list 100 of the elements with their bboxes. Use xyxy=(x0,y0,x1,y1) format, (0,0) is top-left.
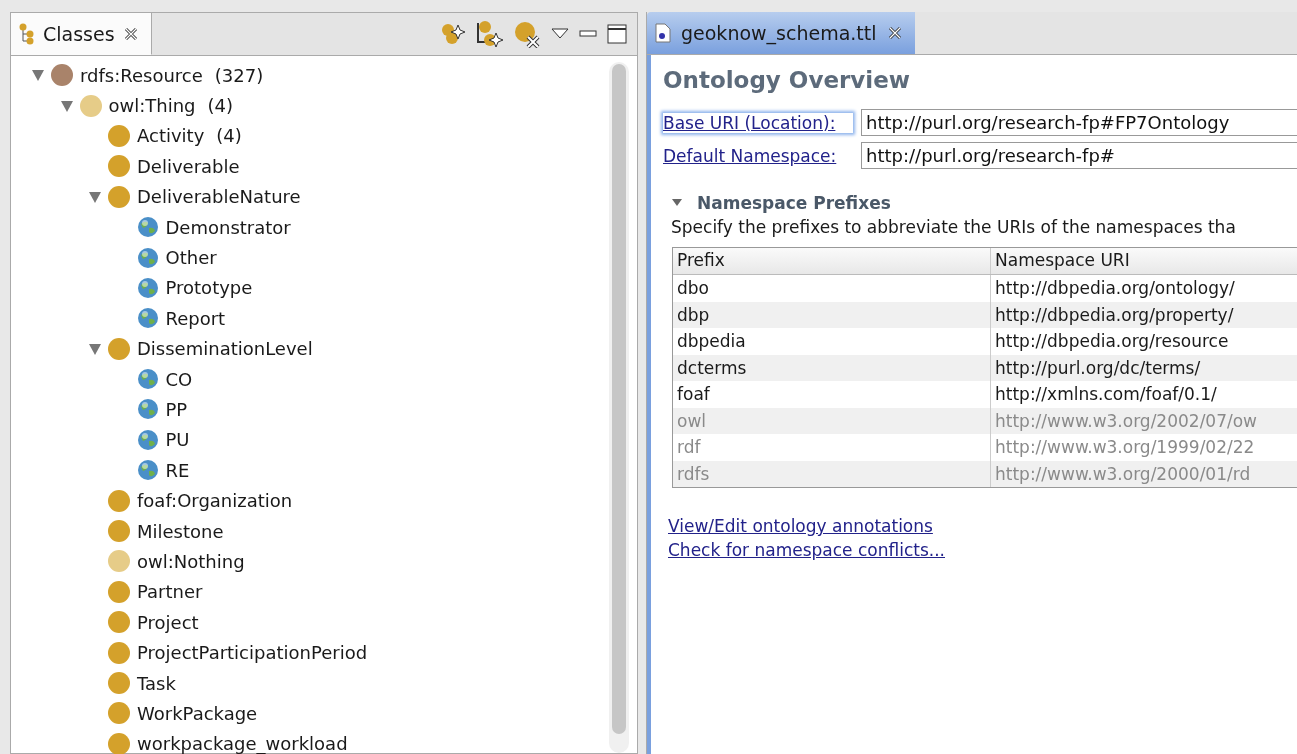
tree-item[interactable]: owl:Thing (4) xyxy=(11,90,609,121)
tree-item[interactable]: workpackage_workload xyxy=(11,728,609,754)
tree-label: RE xyxy=(165,459,190,481)
tree-label: Task xyxy=(137,672,176,694)
column-header[interactable]: Prefix xyxy=(673,248,991,274)
instance-count: (4) xyxy=(207,95,234,117)
expanded-arrow-icon[interactable] xyxy=(88,189,102,204)
expanded-arrow-icon[interactable] xyxy=(88,341,102,356)
field-label-link[interactable]: Base URI (Location): xyxy=(663,112,853,133)
class-icon xyxy=(108,702,130,725)
tree-label: PP xyxy=(165,399,188,420)
table-cell-text: http://dbpedia.org/resource xyxy=(994,331,1230,352)
add-subclass-icon[interactable] xyxy=(475,20,503,48)
table-cell: owl xyxy=(673,407,991,434)
field-label-link[interactable]: Default Namespace: xyxy=(663,145,853,166)
tree-label: Prototype xyxy=(165,277,253,299)
tree-item[interactable]: WorkPackage xyxy=(11,698,609,729)
tree-item[interactable]: Milestone xyxy=(11,515,609,547)
delete-class-icon[interactable] xyxy=(513,20,541,48)
tree-label: foaf:Organization xyxy=(137,490,293,512)
class-icon xyxy=(108,732,130,754)
expanded-arrow-icon[interactable] xyxy=(31,68,45,83)
tree-item[interactable]: Prototype xyxy=(11,272,609,304)
instance-count: (4) xyxy=(216,125,242,147)
tree-label: DeliverableNature xyxy=(137,186,301,208)
table-cell-text: http://www.w3.org/2002/07/ow xyxy=(994,410,1259,431)
section-description: Specify the prefixes to abbreviate the URIs of the namespaces tha xyxy=(671,217,1237,237)
page-title: Ontology Overview xyxy=(663,67,912,93)
expanded-arrow-icon[interactable] xyxy=(671,198,683,208)
minimize-icon[interactable] xyxy=(579,29,597,39)
globe-icon xyxy=(136,428,159,451)
editor-tab[interactable]: geoknow_schema.ttl xyxy=(647,12,915,54)
link[interactable]: View/Edit ontology annotations xyxy=(668,516,933,536)
tree-item[interactable]: PU xyxy=(11,424,609,456)
tree-item[interactable]: Report xyxy=(11,303,609,334)
table-cell: dbp xyxy=(673,301,991,328)
close-icon[interactable] xyxy=(122,25,139,42)
hierarchy-icon xyxy=(19,22,35,45)
table-cell: rdfs xyxy=(673,460,991,487)
tree-item[interactable]: Activity (4) xyxy=(11,120,609,152)
tree-label: Project xyxy=(137,611,199,633)
class-icon xyxy=(108,520,130,543)
tree-item[interactable]: DisseminationLevel xyxy=(11,333,609,364)
link[interactable]: Check for namespace conflicts... xyxy=(668,540,945,560)
tree-item[interactable]: Deliverable xyxy=(11,151,609,182)
class-icon xyxy=(108,611,130,634)
tree-item[interactable]: CO xyxy=(11,363,609,395)
tree-label: Milestone xyxy=(137,520,224,542)
table-cell-text: http://dbpedia.org/property/ xyxy=(994,304,1235,325)
tree-label: Report xyxy=(165,307,226,329)
globe-icon xyxy=(136,216,159,239)
tree-item[interactable]: Project xyxy=(11,607,609,638)
table-cell: dcterms xyxy=(673,354,991,381)
tree-label: WorkPackage xyxy=(137,702,258,724)
uri-field[interactable]: http://purl.org/research-fp#FP7Ontology xyxy=(861,109,1297,136)
class-icon xyxy=(108,580,130,603)
tree-item[interactable]: RE xyxy=(11,455,609,486)
classes-tab[interactable]: Classes xyxy=(11,13,152,55)
tree-label: owl:Thing xyxy=(108,95,196,117)
column-header[interactable]: Namespace URI xyxy=(991,248,1134,274)
tree-label: workpackage_workload xyxy=(137,733,348,754)
class-icon xyxy=(108,124,130,147)
table-cell-text: http://xmlns.com/foaf/0.1/ xyxy=(994,384,1218,405)
section-title: Namespace Prefixes xyxy=(697,193,891,213)
tree-label: CO xyxy=(165,368,193,390)
tree-item[interactable]: Other xyxy=(11,242,609,273)
tree-label: PU xyxy=(165,429,190,451)
class-icon xyxy=(108,489,130,512)
class-icon xyxy=(108,155,130,178)
tree-label: Partner xyxy=(137,581,203,603)
tree-item[interactable]: rdfs:Resource (327) xyxy=(11,60,609,91)
tree-item[interactable]: foaf:Organization xyxy=(11,485,609,516)
close-icon[interactable] xyxy=(886,25,903,41)
class-icon xyxy=(108,337,130,360)
file-icon xyxy=(655,23,671,43)
view-menu-icon[interactable] xyxy=(551,28,569,40)
table-cell-text: http://www.w3.org/2000/01/rd xyxy=(994,463,1252,484)
tree-item[interactable]: Task xyxy=(11,667,609,699)
tree-label: owl:Nothing xyxy=(137,550,245,572)
tree-item[interactable]: PP xyxy=(11,394,609,425)
tree-label: rdfs:Resource xyxy=(80,64,203,86)
tree-label: Other xyxy=(165,247,217,269)
table-cell: dbpedia xyxy=(673,328,991,355)
globe-icon xyxy=(136,246,159,269)
maximize-icon[interactable] xyxy=(607,24,627,44)
class-icon xyxy=(51,64,73,87)
expanded-arrow-icon[interactable] xyxy=(59,98,74,113)
table-cell: foaf xyxy=(673,381,991,408)
class-icon xyxy=(108,672,130,694)
tree-label: Demonstrator xyxy=(165,216,291,238)
class-icon xyxy=(108,641,130,664)
add-class-icon[interactable] xyxy=(439,21,465,47)
globe-icon xyxy=(136,307,159,330)
tree-item[interactable]: ProjectParticipationPeriod xyxy=(11,637,609,668)
class-icon xyxy=(108,185,130,208)
tree-item[interactable]: owl:Nothing xyxy=(11,546,609,577)
tree-item[interactable]: Partner xyxy=(11,576,609,608)
tree-item[interactable]: Demonstrator xyxy=(11,211,609,243)
tree-item[interactable]: DeliverableNature xyxy=(11,181,609,212)
uri-field[interactable]: http://purl.org/research-fp# xyxy=(861,142,1297,169)
